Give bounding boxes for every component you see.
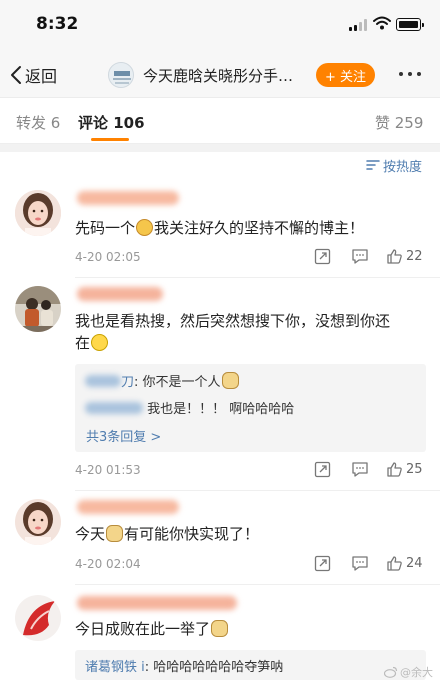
tab-comments[interactable]: 评论 106 [78,112,145,133]
like-count: 25 [406,462,423,477]
thumbs-up-icon [387,556,402,571]
thumbs-up-icon [387,249,402,264]
reply-name-blurred [85,375,121,387]
nav-bar: 返回 今天鹿晗关晓彤分手… + 关注 [0,52,440,98]
commenter-name-blurred [77,191,179,205]
status-bar: 8:32 [0,0,440,52]
reply-box: 刀: 你不是一个人 我也是！！！ 啊哈哈哈哈 共3条回复 > [75,364,426,452]
cat-emoji-icon [136,219,154,236]
watermark: @余大 [384,664,433,680]
post-title: 今天鹿晗关晓彤分手… [143,67,294,85]
reply-box: 诸葛钢铁 i: 哈哈哈哈哈哈哈夺笋呐 [75,650,426,680]
like-button[interactable]: 25 [386,461,423,478]
tab-bar: 转发 6 评论 106 赞 259 [0,98,440,144]
divider [75,490,440,491]
divider [75,584,440,585]
doge-emoji-icon [106,525,124,542]
active-tab-indicator [91,138,129,141]
sort-label: 按热度 [383,159,423,175]
chevron-left-icon [11,66,21,84]
comment-text: 今日成败在此一举了 [75,618,229,640]
reply-icon[interactable] [351,248,369,265]
commenter-avatar[interactable] [15,595,61,641]
battery-icon [396,18,424,31]
commenter-avatar[interactable] [15,286,61,332]
cellular-signal-icon [349,19,369,31]
reply-item[interactable]: 刀: 你不是一个人 [85,371,240,390]
comment-text: 我也是看热搜，然后突然想搜下你，没想到你还 在 [75,312,391,352]
thumbs-up-icon [387,462,402,477]
back-button[interactable]: 返回 [10,62,57,88]
tab-repost[interactable]: 转发 6 [16,112,60,133]
follow-button[interactable]: + 关注 [316,63,375,87]
doge-emoji-icon [221,372,239,389]
reply-item[interactable]: 诸葛钢铁 i: 哈哈哈哈哈哈哈夺笋呐 [85,656,283,675]
wifi-icon [373,16,391,30]
weibo-logo-icon [384,666,398,678]
laughing-emoji-icon [91,334,109,351]
comment-text: 先码一个 我关注好久的坚持不懈的博主！ [75,219,365,237]
commenter-name-blurred [77,596,237,610]
comment-time: 4-20 02:05 [75,250,141,264]
comment-time: 4-20 02:04 [75,557,141,571]
reply-item[interactable]: 我也是！！！ 啊哈哈哈哈 [85,398,294,417]
like-count: 22 [406,249,423,264]
reply-icon[interactable] [351,461,369,478]
view-more-replies-link[interactable]: 共3条回复 > [86,426,161,445]
doge-emoji-icon [211,620,229,637]
reply-icon[interactable] [351,555,369,572]
like-count: 24 [406,556,423,571]
commenter-avatar[interactable] [15,190,61,236]
status-time: 8:32 [36,14,79,34]
reply-name-blurred [85,402,143,414]
share-icon[interactable] [314,555,331,572]
tab-likes[interactable]: 赞 259 [375,112,423,133]
back-label: 返回 [25,67,58,86]
sort-icon [366,160,380,170]
commenter-avatar[interactable] [15,499,61,545]
section-gap [0,144,440,152]
blogger-avatar[interactable] [108,62,134,88]
sort-by-hot-button[interactable]: 按热度 [366,156,423,175]
comment-time: 4-20 01:53 [75,463,141,477]
commenter-name-blurred [77,500,179,514]
divider [75,277,440,278]
share-icon[interactable] [314,461,331,478]
comment-text: 今天 有可能你快实现了！ [75,525,260,543]
commenter-name-blurred [77,287,163,301]
like-button[interactable]: 22 [386,248,423,265]
more-options-icon[interactable] [399,72,421,76]
like-button[interactable]: 24 [386,555,423,572]
share-icon[interactable] [314,248,331,265]
